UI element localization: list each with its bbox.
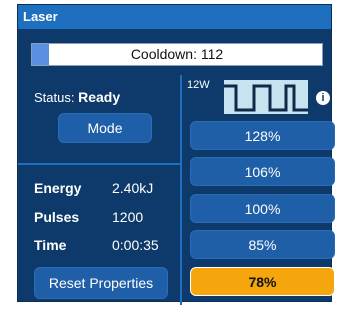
stat-label-pulses: Pulses bbox=[34, 209, 80, 225]
power-level-button[interactable]: 85% bbox=[190, 230, 335, 259]
power-level-button[interactable]: 128% bbox=[190, 121, 335, 150]
square-wave-icon[interactable] bbox=[224, 80, 308, 114]
stat-value-pulses: 1200 bbox=[112, 209, 144, 225]
status-row: Status: Ready bbox=[34, 89, 120, 105]
status-value: Ready bbox=[78, 89, 121, 105]
power-level-button-selected[interactable]: 78% bbox=[190, 267, 335, 296]
power-level-button[interactable]: 106% bbox=[190, 157, 335, 186]
laser-panel: Laser Cooldown: 112 Status: Ready Mode E… bbox=[17, 4, 335, 305]
power-level-button[interactable]: 100% bbox=[190, 194, 335, 223]
stat-label-time: Time bbox=[34, 237, 67, 253]
reset-properties-button[interactable]: Reset Properties bbox=[34, 267, 168, 299]
info-icon[interactable]: i bbox=[316, 91, 330, 105]
status-label: Status: bbox=[34, 90, 75, 105]
stat-value-energy: 2.40kJ bbox=[112, 180, 154, 196]
mode-button[interactable]: Mode bbox=[58, 113, 152, 143]
waveform-power-label: 12W bbox=[187, 79, 210, 91]
cooldown-text: Cooldown: 112 bbox=[130, 46, 224, 62]
vertical-divider bbox=[180, 75, 182, 305]
stat-value-time: 0:00:35 bbox=[112, 237, 159, 253]
stat-label-energy: Energy bbox=[34, 180, 82, 196]
cooldown-progress-bar: Cooldown: 112 bbox=[31, 43, 323, 66]
horizontal-divider bbox=[18, 163, 180, 165]
panel-title: Laser bbox=[18, 5, 331, 29]
